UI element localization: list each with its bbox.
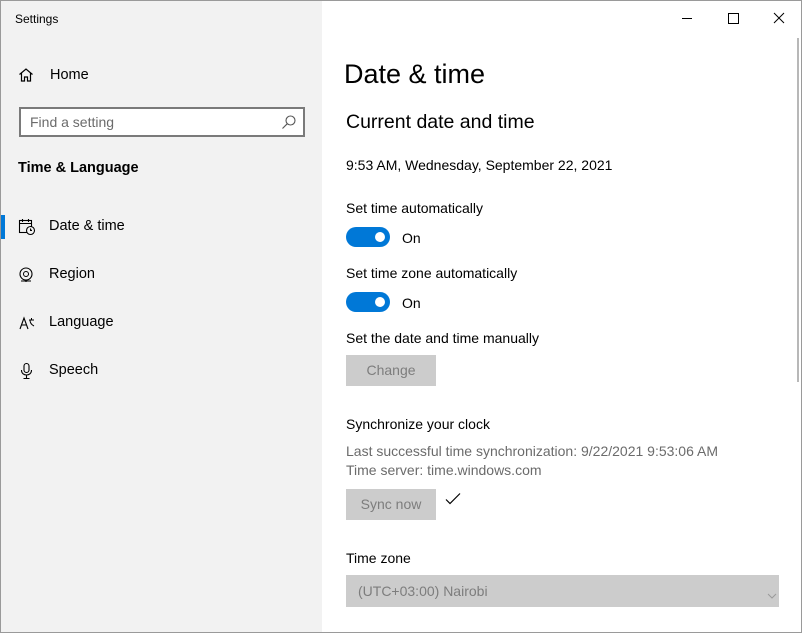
current-datetime: 9:53 AM, Wednesday, September 22, 2021 bbox=[346, 157, 613, 173]
sidebar-item-label: Region bbox=[49, 266, 95, 282]
globe-icon bbox=[18, 266, 36, 284]
microphone-icon bbox=[18, 362, 36, 380]
app-title: Settings bbox=[15, 12, 59, 26]
calendar-clock-icon bbox=[18, 218, 36, 236]
set-timezone-auto-toggle[interactable] bbox=[346, 292, 390, 312]
language-icon bbox=[18, 314, 36, 332]
change-button[interactable]: Change bbox=[346, 355, 436, 386]
page-title: Date & time bbox=[344, 59, 486, 89]
time-zone-dropdown[interactable]: (UTC+03:00) Nairobi bbox=[346, 575, 779, 607]
time-zone-label: Time zone bbox=[346, 550, 411, 566]
search-icon[interactable] bbox=[281, 114, 297, 130]
settings-window: Settings Home Find a setting Time & Lang… bbox=[0, 0, 802, 633]
set-time-auto-toggle[interactable] bbox=[346, 227, 390, 247]
toggle-knob bbox=[375, 232, 385, 242]
minimize-button[interactable] bbox=[664, 1, 710, 33]
sidebar-item-label: Language bbox=[49, 314, 114, 330]
last-sync-text: Last successful time synchronization: 9/… bbox=[346, 443, 718, 459]
sidebar-item-speech[interactable]: Speech bbox=[1, 351, 322, 391]
time-server-text: Time server: time.windows.com bbox=[346, 462, 542, 478]
minimize-icon bbox=[682, 18, 692, 19]
maximize-button[interactable] bbox=[710, 1, 756, 33]
sidebar-item-label: Speech bbox=[49, 362, 99, 378]
sync-clock-heading: Synchronize your clock bbox=[346, 416, 490, 432]
search-placeholder: Find a setting bbox=[30, 114, 115, 130]
set-time-auto-state: On bbox=[402, 230, 421, 246]
checkmark-icon bbox=[444, 491, 462, 507]
sidebar-item-region[interactable]: Region bbox=[1, 255, 322, 295]
set-time-auto-label: Set time automatically bbox=[346, 200, 483, 216]
home-icon bbox=[18, 67, 34, 83]
home-label: Home bbox=[50, 67, 89, 83]
chevron-down-icon bbox=[767, 587, 777, 599]
sync-now-button[interactable]: Sync now bbox=[346, 489, 436, 520]
set-timezone-auto-label: Set time zone automatically bbox=[346, 265, 518, 281]
scrollbar[interactable] bbox=[797, 38, 799, 382]
manual-datetime-label: Set the date and time manually bbox=[346, 330, 540, 346]
close-icon bbox=[773, 12, 785, 24]
time-zone-value: (UTC+03:00) Nairobi bbox=[358, 583, 488, 599]
set-timezone-auto-state: On bbox=[402, 295, 421, 311]
sidebar-item-label: Date & time bbox=[49, 218, 125, 234]
close-button[interactable] bbox=[756, 1, 801, 33]
sidebar-item-language[interactable]: Language bbox=[1, 303, 322, 343]
sidebar: Settings Home Find a setting Time & Lang… bbox=[1, 1, 322, 632]
section-title: Time & Language bbox=[18, 160, 139, 176]
subheading: Current date and time bbox=[346, 111, 535, 133]
selection-indicator bbox=[1, 215, 5, 239]
home-nav-item[interactable]: Home bbox=[1, 59, 322, 91]
maximize-icon bbox=[728, 13, 739, 24]
search-input[interactable]: Find a setting bbox=[19, 107, 305, 137]
toggle-knob bbox=[375, 297, 385, 307]
sidebar-item-date-time[interactable]: Date & time bbox=[1, 207, 322, 247]
